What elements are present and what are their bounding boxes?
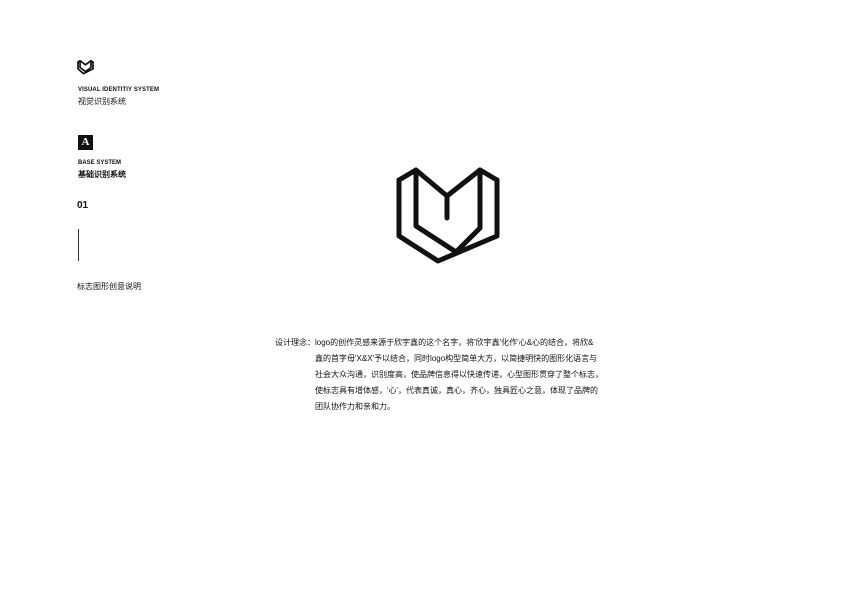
- description-line: 团队协作力和亲和力。: [315, 402, 395, 411]
- base-system-title-en: BASE SYSTEM: [78, 160, 122, 166]
- section-badge: A: [78, 135, 93, 150]
- description-body: logo的创作灵感来源于欣宇鑫的这个名字，将'欣宇鑫'化作'心&心的结合，将欣&…: [315, 335, 605, 415]
- visual-identity-title-cn: 视觉识别系统: [78, 97, 126, 106]
- brand-logo-main-icon: [396, 167, 500, 264]
- description-line: 使标志具有增体感，'心'，代表真诚，真心，齐心，独具匠心之意，体现了品牌的: [315, 386, 599, 395]
- description-label: 设计理念：: [275, 338, 315, 347]
- visual-identity-title-en: VISUAL IDENTITIY SYSTEM: [78, 87, 160, 93]
- brand-logo-small-icon: [77, 60, 94, 75]
- section-title: 标志图形创意说明: [77, 282, 141, 291]
- page-number: 01: [77, 200, 89, 211]
- vertical-divider: [78, 229, 79, 261]
- description-line: 社会大众沟通，识别度高，使品牌信息得以快速传递，心型图形贯穿了整个标志，: [315, 370, 603, 379]
- description-line: logo的创作灵感来源于欣宇鑫的这个名字，将'欣宇鑫'化作'心&心的结合，将欣&: [315, 338, 594, 347]
- description-line: 鑫的首字母'X&X'予以结合，同时logo构型简单大方，以简捷明快的图形化语言与: [315, 354, 598, 363]
- base-system-title-cn: 基础识别系统: [78, 170, 126, 179]
